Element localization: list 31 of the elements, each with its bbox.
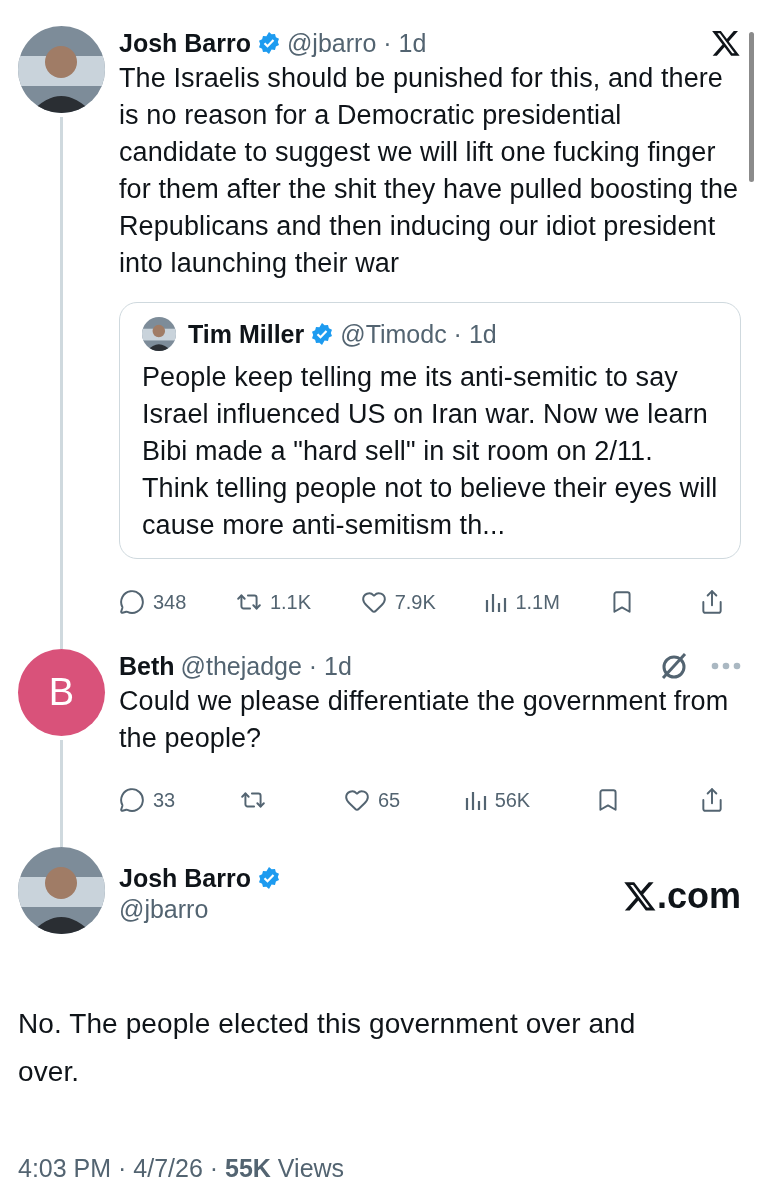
stat-count: 348 bbox=[153, 590, 187, 614]
quoted-post-card[interactable] bbox=[119, 302, 741, 559]
post-text: No. The people elected this government over and over. bbox=[17, 1007, 637, 1089]
author-meta: @thejadge · 1d bbox=[180, 651, 352, 682]
reply-icon[interactable] bbox=[119, 589, 145, 615]
author-handle: @jbarro bbox=[119, 895, 209, 923]
scrollbar[interactable] bbox=[749, 32, 754, 182]
author-meta: @Timodc · 1d bbox=[340, 319, 497, 350]
stat-count: 1.1K bbox=[269, 590, 312, 614]
avatar[interactable]: B bbox=[18, 649, 105, 736]
author-name[interactable]: Josh Barro bbox=[119, 861, 251, 895]
reply-icon[interactable] bbox=[119, 787, 145, 813]
like-icon[interactable] bbox=[344, 787, 370, 813]
post-text: Could we please differentiate the government from the people? bbox=[119, 685, 730, 755]
avatar-initial: B bbox=[48, 671, 75, 714]
author-name[interactable]: Beth bbox=[119, 649, 175, 683]
stat-count: 65 bbox=[378, 788, 401, 812]
avatar[interactable] bbox=[142, 317, 176, 351]
author-name[interactable]: Josh Barro bbox=[119, 26, 251, 60]
stat-count: 33 bbox=[153, 788, 176, 812]
stat-count: 1.1M bbox=[515, 590, 560, 614]
stat-count: 56K bbox=[494, 788, 531, 812]
quoted-post-text: People keep telling me its anti-semitic to say Israel influenced US on Iran war. Now we learn Bibi made a "hard sell" in sit room on 2/11. Think telling people not to believe their eyes will cause more anti-semitism th... bbox=[142, 361, 719, 542]
x-logo-icon bbox=[711, 28, 741, 58]
author-name[interactable]: Tim Miller bbox=[188, 317, 305, 351]
post-text: The Israelis should be punished for this, and there is no reason for a Democratic presidential candidate to suggest we will lift one fucking finger for them after the shit they have pulled boosting the Republicans and then inducing our idiot president into launching their war bbox=[119, 62, 740, 280]
site-label: .com bbox=[656, 874, 741, 917]
like-icon[interactable] bbox=[360, 589, 387, 615]
stat-count: 7.9K bbox=[394, 590, 436, 614]
post-timestamp: 4:03 PM · 4/7/26 · 55K Views bbox=[18, 1154, 345, 1182]
author-meta: @jbarro · 1d bbox=[287, 28, 427, 59]
